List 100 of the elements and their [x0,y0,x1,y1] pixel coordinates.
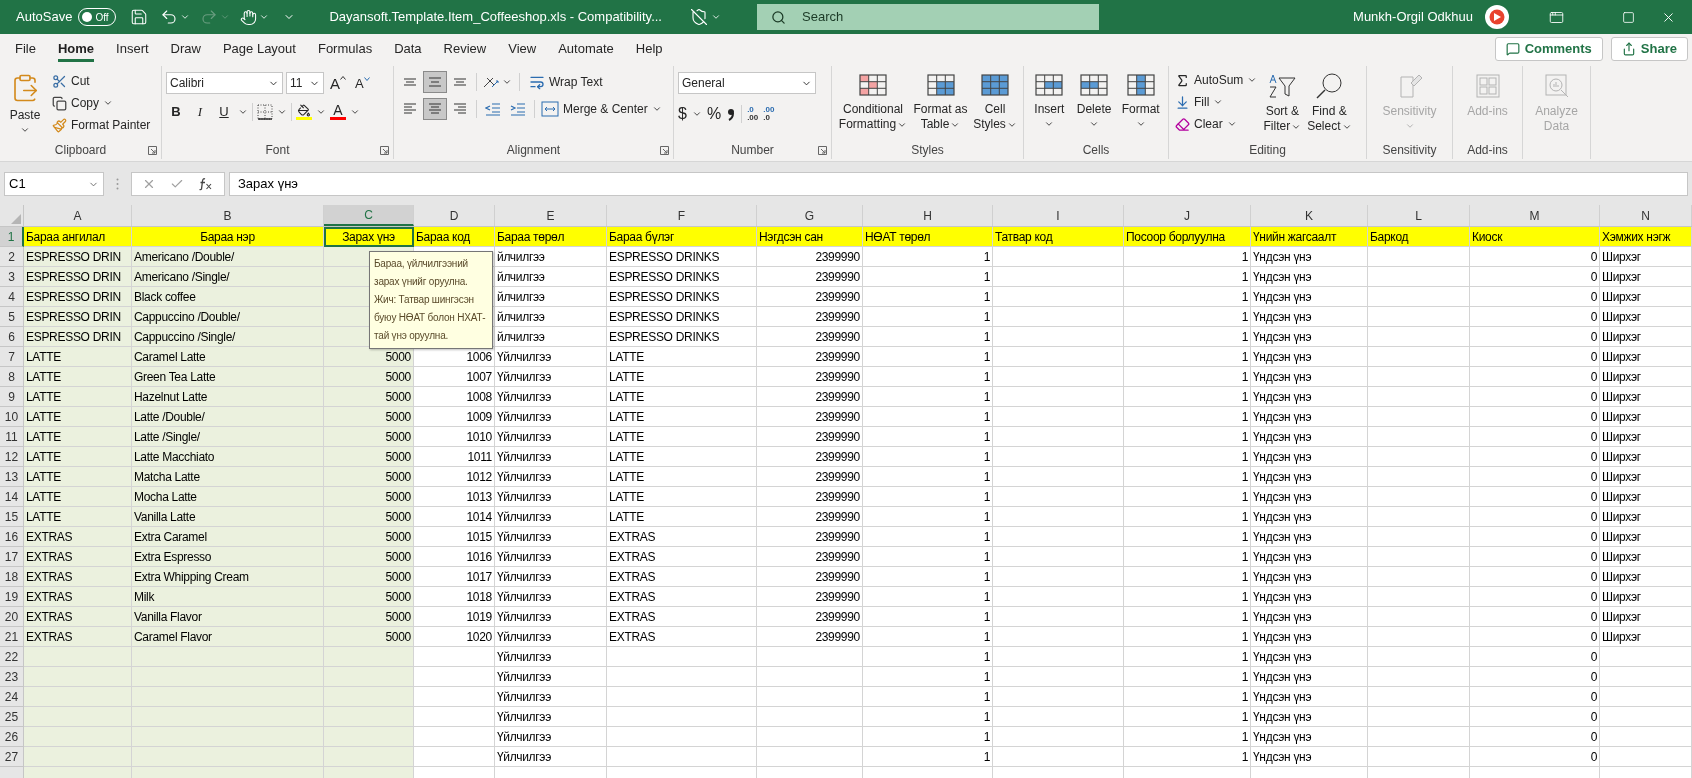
menu-tab[interactable]: Review [432,34,498,64]
find-select-button[interactable]: Find & Select [1305,68,1354,134]
column-letter[interactable]: C [324,205,414,226]
column-letter[interactable]: F [607,205,757,226]
row-number[interactable]: 6 [0,327,24,347]
row-number[interactable]: 22 [0,647,24,667]
menu-tab[interactable]: Insert [105,34,160,64]
row-number[interactable]: 23 [0,667,24,687]
dialog-launcher-icon[interactable] [660,146,669,155]
row-number[interactable]: 2 [0,247,24,267]
dialog-launcher-icon[interactable] [818,146,827,155]
sort-filter-button[interactable]: Sort & Filter [1259,68,1306,134]
percent-button[interactable]: % [706,102,722,126]
merge-center-button[interactable]: Merge & Center [539,98,664,120]
row-number[interactable]: 10 [0,407,24,427]
row-number[interactable]: 27 [0,747,24,767]
fill-color-button[interactable] [296,103,312,120]
row-number[interactable]: 3 [0,267,24,287]
row-number[interactable]: 11 [0,427,24,447]
bold-button[interactable]: B [166,102,186,122]
row-number[interactable]: 9 [0,387,24,407]
increase-decimal-button[interactable]: .0 .00 [747,106,759,122]
row-number[interactable]: 20 [0,607,24,627]
row-number[interactable]: 21 [0,627,24,647]
row-number[interactable]: 14 [0,487,24,507]
format-painter-button[interactable]: Format Painter [50,114,153,136]
column-letter[interactable]: I [993,205,1124,226]
menu-tab[interactable]: Automate [547,34,625,64]
insert-button[interactable]: Insert [1028,68,1071,129]
conditional-formatting-button[interactable]: Conditional Formatting [836,68,910,132]
dialog-launcher-icon[interactable] [380,146,389,155]
column-letter[interactable]: A [24,205,132,226]
row-number[interactable]: 19 [0,587,24,607]
column-letter[interactable]: H [863,205,993,226]
row-number[interactable]: 12 [0,447,24,467]
share-button[interactable]: Share [1610,37,1688,61]
row-number[interactable]: 16 [0,527,24,547]
row-number[interactable]: 5 [0,307,24,327]
maximize-icon[interactable] [1622,10,1635,24]
row-number[interactable]: 24 [0,687,24,707]
menu-tab[interactable]: Formulas [306,34,384,64]
column-letter[interactable]: D [414,205,495,226]
column-letter[interactable]: L [1368,205,1470,226]
row-number[interactable]: 15 [0,507,24,527]
column-letter[interactable]: G [757,205,863,226]
undo-icon[interactable] [160,8,179,26]
cancel-icon[interactable] [142,177,156,191]
enter-icon[interactable] [170,177,184,191]
column-letter[interactable]: E [495,205,607,226]
italic-button[interactable]: I [190,102,210,122]
grow-font-button[interactable]: A [327,75,349,91]
row-number[interactable]: 8 [0,367,24,387]
row-number[interactable]: 13 [0,467,24,487]
menu-tab[interactable]: File [4,34,47,64]
clear-button[interactable]: Clear [1173,113,1260,135]
touch-icon[interactable] [240,8,258,26]
menu-tab[interactable]: Data [383,34,433,64]
column-letter[interactable]: K [1251,205,1368,226]
fill-button[interactable]: Fill [1173,91,1260,113]
shrink-font-button[interactable]: A [352,76,373,90]
autosum-button[interactable]: AutoSum [1173,69,1260,91]
shield-icon[interactable] [690,8,708,26]
row-number[interactable]: 18 [0,567,24,587]
search-field[interactable]: Search [757,4,1099,30]
delete-button[interactable]: Delete [1070,68,1118,129]
copy-button[interactable]: Copy [50,92,153,114]
column-letter[interactable]: M [1470,205,1600,226]
function-icon[interactable] [198,177,214,191]
number-format-field[interactable]: General [678,72,816,94]
format-as-table-button[interactable]: Format as Table [910,68,971,132]
format-button[interactable]: Format [1117,68,1164,129]
comments-button[interactable]: Comments [1494,37,1603,61]
comma-icon[interactable] [726,106,737,122]
column-letter[interactable]: J [1124,205,1251,226]
menu-tab[interactable]: Help [624,34,674,64]
menu-tab[interactable]: Page Layout [211,34,307,64]
column-letter[interactable]: N [1600,205,1692,226]
menu-tab[interactable]: View [497,34,548,64]
row-number[interactable]: 7 [0,347,24,367]
decrease-decimal-button[interactable]: .00 .0 [763,106,775,122]
formula-field[interactable]: Зарах үнэ [229,172,1688,196]
wrap-text-button[interactable]: Wrap Text [527,71,605,93]
currency-button[interactable]: $ [678,102,687,126]
avatar-icon[interactable] [1485,5,1509,29]
horizontal-align-button[interactable] [423,98,447,120]
font-name-field[interactable]: Calibri [166,72,283,94]
dialog-launcher-icon[interactable] [148,146,157,155]
cell-styles-button[interactable]: Cell Styles [971,68,1019,132]
save-icon[interactable] [130,8,149,26]
menu-tab[interactable]: Home [46,34,106,64]
row-number[interactable]: 4 [0,287,24,307]
underline-button[interactable]: U [214,102,234,122]
row-number[interactable]: 26 [0,727,24,747]
grip-icon[interactable] [116,178,119,190]
cut-button[interactable]: Cut [50,70,153,92]
row-number[interactable]: 17 [0,547,24,567]
paste-button[interactable]: Paste [4,68,46,135]
name-box[interactable]: C1 [4,172,104,196]
vertical-align-button[interactable] [423,71,447,93]
ribbon-display-icon[interactable] [1549,9,1564,25]
